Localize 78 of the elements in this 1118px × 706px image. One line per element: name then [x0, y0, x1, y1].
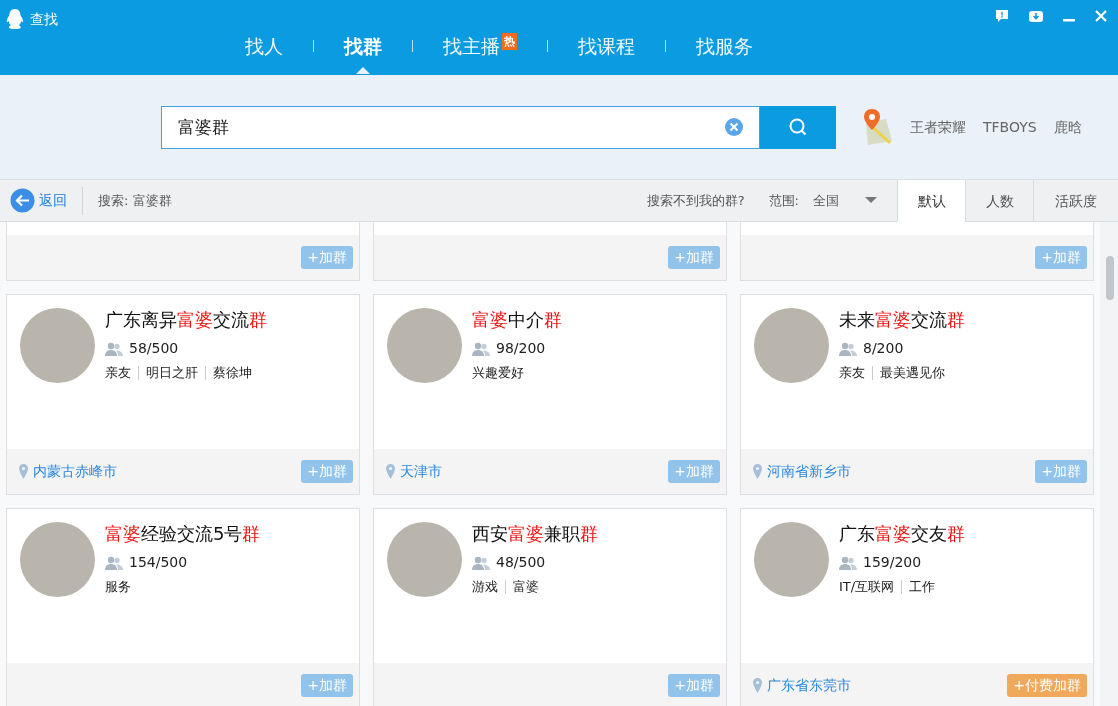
location-pin-icon [753, 464, 762, 479]
scrollbar-thumb[interactable] [1106, 256, 1114, 300]
hot-badge: 热 [502, 32, 517, 50]
range-dropdown[interactable]: 全国 [813, 190, 897, 211]
group-card[interactable]: 广东富婆交友群 159/200 IT/互联网 工作 广东省东莞市 +付费加群 [740, 508, 1094, 706]
help-link[interactable]: 搜索不到我的群? [646, 190, 745, 211]
join-group-button[interactable]: +加群 [301, 246, 353, 269]
range-label: 范围: [768, 191, 799, 210]
member-count: 48/500 [496, 553, 546, 572]
location-link[interactable]: 内蒙古赤峰市 [33, 461, 117, 482]
member-count: 154/500 [129, 553, 188, 572]
group-name: 广东离异富婆交流群 [105, 308, 267, 332]
members-icon [839, 341, 857, 356]
location-pin-icon [753, 678, 762, 693]
group-tag: 明日之肝 [146, 363, 198, 383]
join-group-button[interactable]: +加群 [668, 460, 720, 483]
group-name: 广东富婆交友群 [839, 522, 965, 546]
group-tag: 工作 [909, 577, 936, 597]
nav-tab[interactable]: 找人 [245, 31, 283, 61]
member-count: 58/500 [129, 339, 179, 358]
group-card[interactable]: 未来富婆交流群 8/200 亲友 最美遇见你 河南省新乡市 +加群 [740, 294, 1094, 495]
sort-tab[interactable]: 默认 [897, 180, 965, 222]
members-icon [105, 341, 123, 356]
group-name: 富婆中介群 [472, 308, 562, 332]
group-card[interactable]: 广东离异富婆交流群 58/500 亲友 明日之肝 蔡徐坤 内蒙古赤峰市 +加群 [6, 294, 360, 495]
hot-keyword-link[interactable]: 王者荣耀 [910, 116, 966, 138]
download-icon[interactable] [1028, 8, 1044, 24]
group-tag: 富婆 [513, 577, 539, 597]
location-link[interactable]: 天津市 [400, 461, 442, 482]
search-button[interactable] [760, 105, 836, 149]
hot-keyword-link[interactable]: 鹿晗 [1053, 116, 1082, 138]
group-tag: 亲友 [105, 363, 131, 383]
group-card[interactable]: 富婆中介群 98/200 兴趣爱好 天津市 +加群 [373, 294, 727, 495]
group-tag: 游戏 [472, 577, 498, 597]
back-button[interactable]: 返回 [0, 186, 83, 215]
group-name: 西安富婆兼职群 [472, 522, 598, 546]
group-card[interactable]: 西安富婆兼职群 48/500 游戏 富婆 +加群 [373, 508, 727, 706]
penguin-icon [6, 8, 24, 30]
search-icon [788, 117, 808, 137]
members-icon [105, 555, 123, 570]
group-name: 未来富婆交流群 [839, 308, 965, 332]
join-group-button[interactable]: +加群 [1035, 460, 1087, 483]
join-group-button[interactable]: +加群 [668, 674, 720, 697]
caret-icon [865, 197, 877, 204]
join-group-button[interactable]: +加群 [301, 460, 353, 483]
location-link[interactable]: 河南省新乡市 [767, 461, 851, 482]
join-group-button[interactable]: +加群 [1035, 246, 1087, 269]
location-pin-icon [386, 464, 395, 479]
nav-tab[interactable]: 找主播 [443, 31, 500, 61]
search-query-label: 搜索: 富婆群 [98, 191, 172, 210]
member-count: 98/200 [496, 339, 546, 358]
hot-keyword-link[interactable]: TFBOYS [983, 116, 1037, 138]
clear-icon[interactable] [724, 116, 744, 137]
nav-tab[interactable]: 找服务 [696, 31, 753, 61]
group-tag: 亲友 [839, 363, 865, 383]
group-tag: 蔡徐坤 [213, 363, 252, 383]
members-icon [472, 555, 490, 570]
location-pin-icon [19, 464, 28, 479]
join-group-button[interactable]: +加群 [668, 246, 720, 269]
search-field[interactable]: 富婆群 [161, 105, 760, 149]
member-count: 159/200 [863, 553, 922, 572]
nav-tab[interactable]: 找课程 [578, 31, 635, 61]
group-name: 富婆经验交流5号群 [105, 522, 261, 546]
group-tag: 最美遇见你 [880, 363, 945, 383]
close-icon[interactable] [1094, 9, 1108, 23]
nav-tab[interactable]: 找群 [344, 31, 382, 61]
join-group-button[interactable]: +加群 [301, 674, 353, 697]
window-title: 查找 [30, 9, 58, 29]
members-icon [839, 555, 857, 570]
member-count: 8/200 [863, 339, 904, 358]
group-tag: IT/互联网 [839, 577, 895, 597]
group-tag: 兴趣爱好 [472, 363, 524, 383]
chat-icon[interactable] [994, 8, 1010, 24]
join-group-button[interactable]: +付费加群 [1007, 674, 1087, 697]
location-link[interactable]: 广东省东莞市 [767, 675, 851, 696]
group-tag: 服务 [105, 577, 131, 597]
members-icon [472, 341, 490, 356]
group-card[interactable]: 富婆经验交流5号群 154/500 服务 +加群 [6, 508, 360, 706]
